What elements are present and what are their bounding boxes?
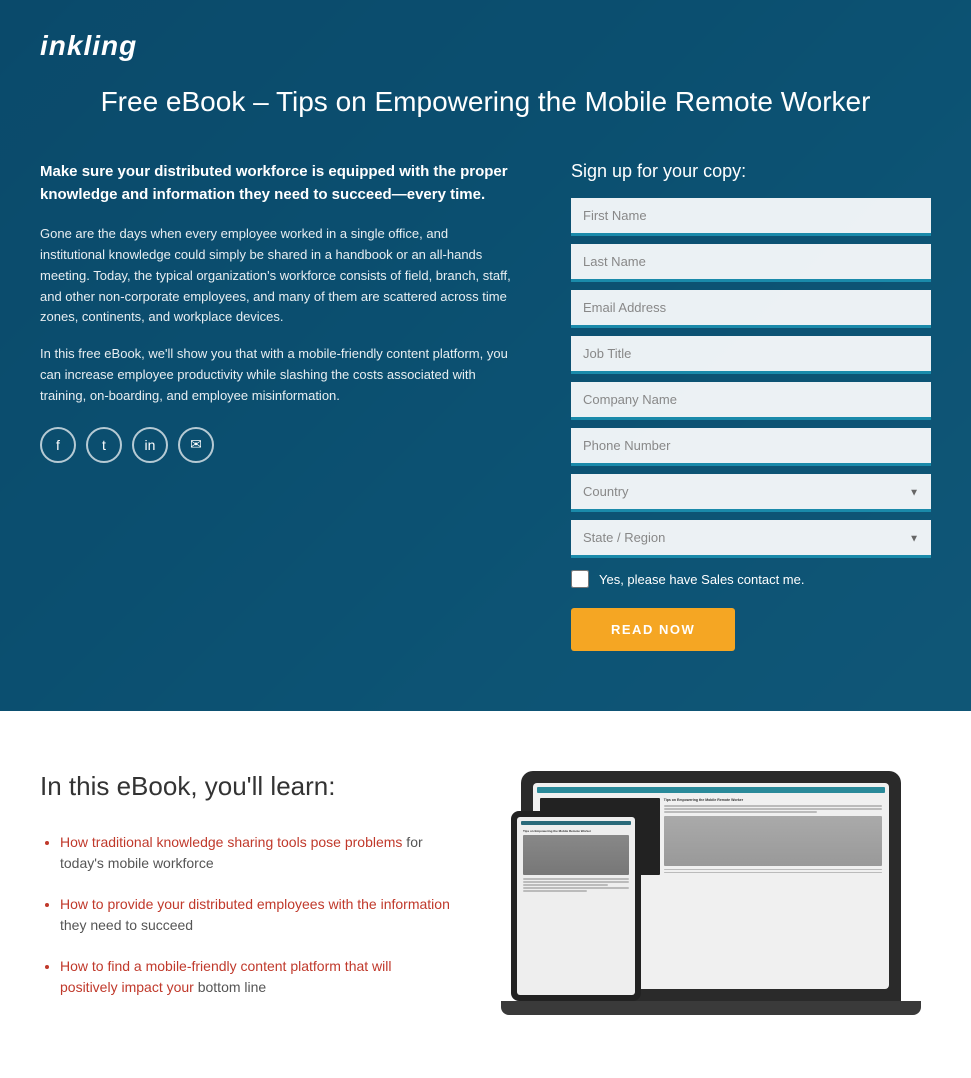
linkedin-icon[interactable]: in xyxy=(132,427,168,463)
logo-text: inkling xyxy=(40,30,137,61)
country-group: Country United States United Kingdom Can… xyxy=(571,474,931,512)
hero-title: Free eBook – Tips on Empowering the Mobi… xyxy=(40,82,931,121)
lower-title: In this eBook, you'll learn: xyxy=(40,771,451,802)
state-group: State / Region California New York Texas xyxy=(571,520,931,558)
job-title-input[interactable] xyxy=(571,336,931,374)
laptop-base xyxy=(501,1001,921,1015)
first-name-input[interactable] xyxy=(571,198,931,236)
country-select[interactable]: Country United States United Kingdom Can… xyxy=(571,474,931,512)
last-name-group xyxy=(571,244,931,282)
job-title-group xyxy=(571,336,931,374)
bullet-colored-text: How to provide your distributed employee… xyxy=(60,896,450,912)
lower-section: In this eBook, you'll learn: How traditi… xyxy=(0,711,971,1078)
email-input[interactable] xyxy=(571,290,931,328)
sales-contact-checkbox[interactable] xyxy=(571,570,589,588)
list-item: How to provide your distributed employee… xyxy=(60,894,451,936)
company-name-input[interactable] xyxy=(571,382,931,420)
hero-form-container: Sign up for your copy: Countr xyxy=(571,161,931,651)
hero-para1: Gone are the days when every employee wo… xyxy=(40,224,511,328)
phone-group xyxy=(571,428,931,466)
hero-content: Make sure your distributed workforce is … xyxy=(40,161,931,651)
state-select[interactable]: State / Region California New York Texas xyxy=(571,520,931,558)
list-item: How traditional knowledge sharing tools … xyxy=(60,832,451,874)
first-name-group xyxy=(571,198,931,236)
ebook-devices: Tips on Empowering the Mobile Remote Wor… xyxy=(511,771,931,1015)
list-item: How to find a mobile-friendly content pl… xyxy=(60,956,451,998)
tablet-mockup: Tips on Empowering the Mobile Remote Wor… xyxy=(511,811,641,1001)
bullet-list: How traditional knowledge sharing tools … xyxy=(40,832,451,998)
phone-input[interactable] xyxy=(571,428,931,466)
lower-left: In this eBook, you'll learn: How traditi… xyxy=(40,771,451,1018)
hero-section: inkling Free eBook – Tips on Empowering … xyxy=(0,0,971,711)
checkbox-row: Yes, please have Sales contact me. xyxy=(571,570,931,588)
bullet-plain-text: bottom line xyxy=(194,979,266,995)
facebook-icon[interactable]: f xyxy=(40,427,76,463)
read-now-button[interactable]: READ NOW xyxy=(571,608,735,651)
hero-para2: In this free eBook, we'll show you that … xyxy=(40,344,511,406)
tablet-screen: Tips on Empowering the Mobile Remote Wor… xyxy=(517,817,635,995)
bullet-colored-text: How traditional knowledge sharing tools … xyxy=(60,834,402,850)
checkbox-label[interactable]: Yes, please have Sales contact me. xyxy=(599,572,804,587)
logo: inkling xyxy=(40,30,931,62)
hero-bold-intro: Make sure your distributed workforce is … xyxy=(40,161,511,206)
bullet-plain-text: they need to succeed xyxy=(60,917,193,933)
company-name-group xyxy=(571,382,931,420)
social-icons: f t in ✉ xyxy=(40,427,511,463)
twitter-icon[interactable]: t xyxy=(86,427,122,463)
last-name-input[interactable] xyxy=(571,244,931,282)
hero-left: Make sure your distributed workforce is … xyxy=(40,161,511,462)
email-icon[interactable]: ✉ xyxy=(178,427,214,463)
form-title: Sign up for your copy: xyxy=(571,161,931,182)
laptop-mockup: Tips on Empowering the Mobile Remote Wor… xyxy=(521,771,921,1015)
email-group xyxy=(571,290,931,328)
